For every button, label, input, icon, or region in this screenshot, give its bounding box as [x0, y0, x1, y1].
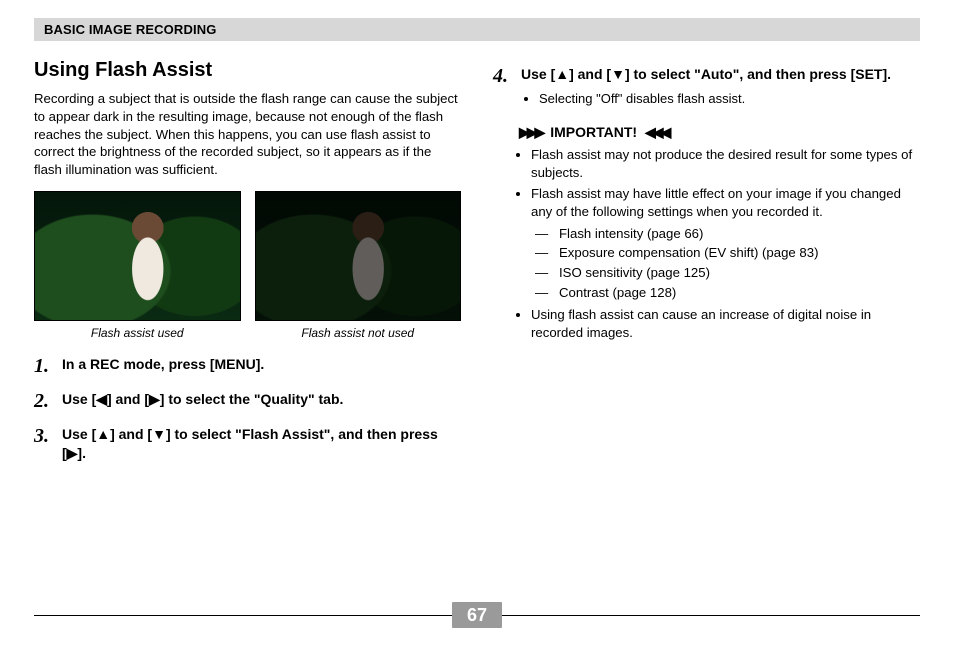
important-item-2-text: Flash assist may have little effect on y… [531, 186, 901, 219]
caption-used: Flash assist used [34, 325, 241, 341]
page-footer: 67 [34, 602, 920, 628]
important-label: IMPORTANT! [550, 124, 637, 140]
important-item-2: Flash assist may have little effect on y… [531, 185, 920, 302]
figure-flash-assist-not-used: Flash assist not used [255, 191, 462, 341]
step-2: Use [◀] and [▶] to select the "Quality" … [34, 390, 461, 409]
page-number: 67 [452, 602, 502, 628]
step-4-sublist: Selecting "Off" disables flash assist. [521, 90, 920, 108]
section-header: BASIC IMAGE RECORDING [34, 18, 920, 41]
two-column-layout: Using Flash Assist Recording a subject t… [34, 51, 920, 479]
step-4: Use [▲] and [▼] to select "Auto", and th… [493, 65, 920, 107]
page-title: Using Flash Assist [34, 57, 461, 84]
important-item-1: Flash assist may not produce the desired… [531, 146, 920, 182]
dash-flash-intensity: Flash intensity (page 66) [535, 225, 920, 243]
ornament-left-icon: ▶▶▶ [519, 124, 542, 140]
step-3: Use [▲] and [▼] to select "Flash Assist"… [34, 425, 461, 463]
important-heading: ▶▶▶ IMPORTANT! ◀◀◀ [515, 123, 920, 142]
steps-list-right: Use [▲] and [▼] to select "Auto", and th… [493, 65, 920, 107]
ornament-right-icon: ◀◀◀ [645, 124, 668, 140]
step-1: In a REC mode, press [MENU]. [34, 355, 461, 374]
settings-dash-list: Flash intensity (page 66) Exposure compe… [531, 225, 920, 302]
caption-not-used: Flash assist not used [255, 325, 462, 341]
intro-paragraph: Recording a subject that is outside the … [34, 90, 461, 179]
photo-flash-assist-used [34, 191, 241, 321]
dash-iso-sensitivity: ISO sensitivity (page 125) [535, 264, 920, 282]
left-column: Using Flash Assist Recording a subject t… [34, 51, 461, 479]
figure-flash-assist-used: Flash assist used [34, 191, 241, 341]
dash-contrast: Contrast (page 128) [535, 284, 920, 302]
steps-list-left: In a REC mode, press [MENU]. Use [◀] and… [34, 355, 461, 463]
manual-page: BASIC IMAGE RECORDING Using Flash Assist… [0, 0, 954, 646]
step-4-sub: Selecting "Off" disables flash assist. [539, 90, 920, 108]
step-4-text: Use [▲] and [▼] to select "Auto", and th… [521, 66, 891, 82]
important-list: Flash assist may not produce the desired… [493, 146, 920, 341]
important-item-3: Using flash assist can cause an increase… [531, 306, 920, 342]
figure-row: Flash assist used Flash assist not used [34, 191, 461, 341]
right-column: Use [▲] and [▼] to select "Auto", and th… [493, 51, 920, 479]
dash-exposure-comp: Exposure compensation (EV shift) (page 8… [535, 244, 920, 262]
photo-flash-assist-not-used [255, 191, 462, 321]
